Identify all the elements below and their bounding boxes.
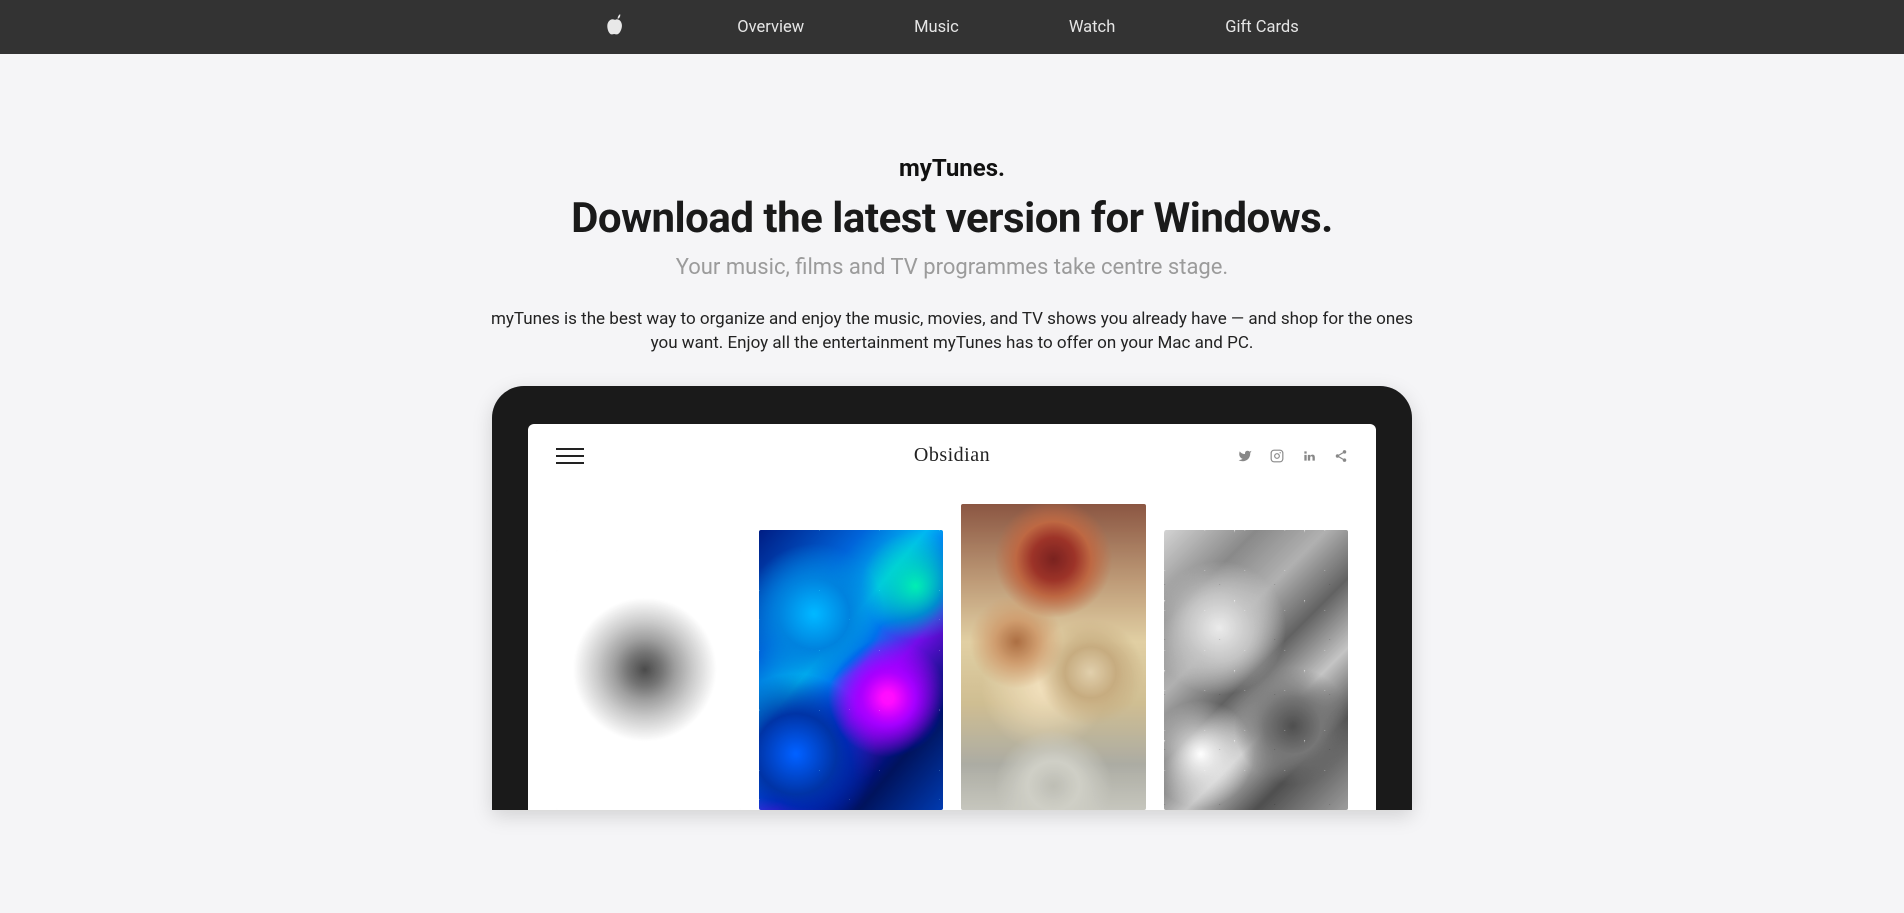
hero-section: myTunes. Download the latest version for… xyxy=(452,54,1452,810)
screen-header: Obsidian xyxy=(556,448,1348,464)
device-frame: Obsidian xyxy=(492,386,1412,810)
social-icons xyxy=(1238,449,1348,463)
instagram-icon[interactable] xyxy=(1270,449,1284,463)
nav-music[interactable]: Music xyxy=(914,18,959,37)
linkedin-icon[interactable] xyxy=(1302,449,1316,463)
device-screen: Obsidian xyxy=(528,424,1376,810)
top-navbar: Overview Music Watch Gift Cards xyxy=(0,0,1904,54)
nav-gift-cards[interactable]: Gift Cards xyxy=(1225,18,1298,37)
hero-subhead: Your music, films and TV programmes take… xyxy=(472,255,1432,280)
gallery-item-4[interactable] xyxy=(1164,530,1349,810)
screen-title: Obsidian xyxy=(914,444,990,467)
gallery-item-1[interactable] xyxy=(556,550,741,810)
hero-description: myTunes is the best way to organize and … xyxy=(482,308,1422,356)
hamburger-icon[interactable] xyxy=(556,448,584,464)
nav-watch[interactable]: Watch xyxy=(1069,18,1115,37)
gallery xyxy=(556,504,1348,810)
twitter-icon[interactable] xyxy=(1238,449,1252,463)
gallery-item-3[interactable] xyxy=(961,504,1146,810)
nav-overview[interactable]: Overview xyxy=(737,18,804,37)
hero-headline: Download the latest version for Windows. xyxy=(472,194,1432,243)
pear-logo-icon xyxy=(605,14,627,40)
gallery-item-2[interactable] xyxy=(759,530,944,810)
share-icon[interactable] xyxy=(1334,449,1348,463)
brand-logo[interactable] xyxy=(605,14,627,40)
hero-brand: myTunes. xyxy=(472,154,1432,182)
